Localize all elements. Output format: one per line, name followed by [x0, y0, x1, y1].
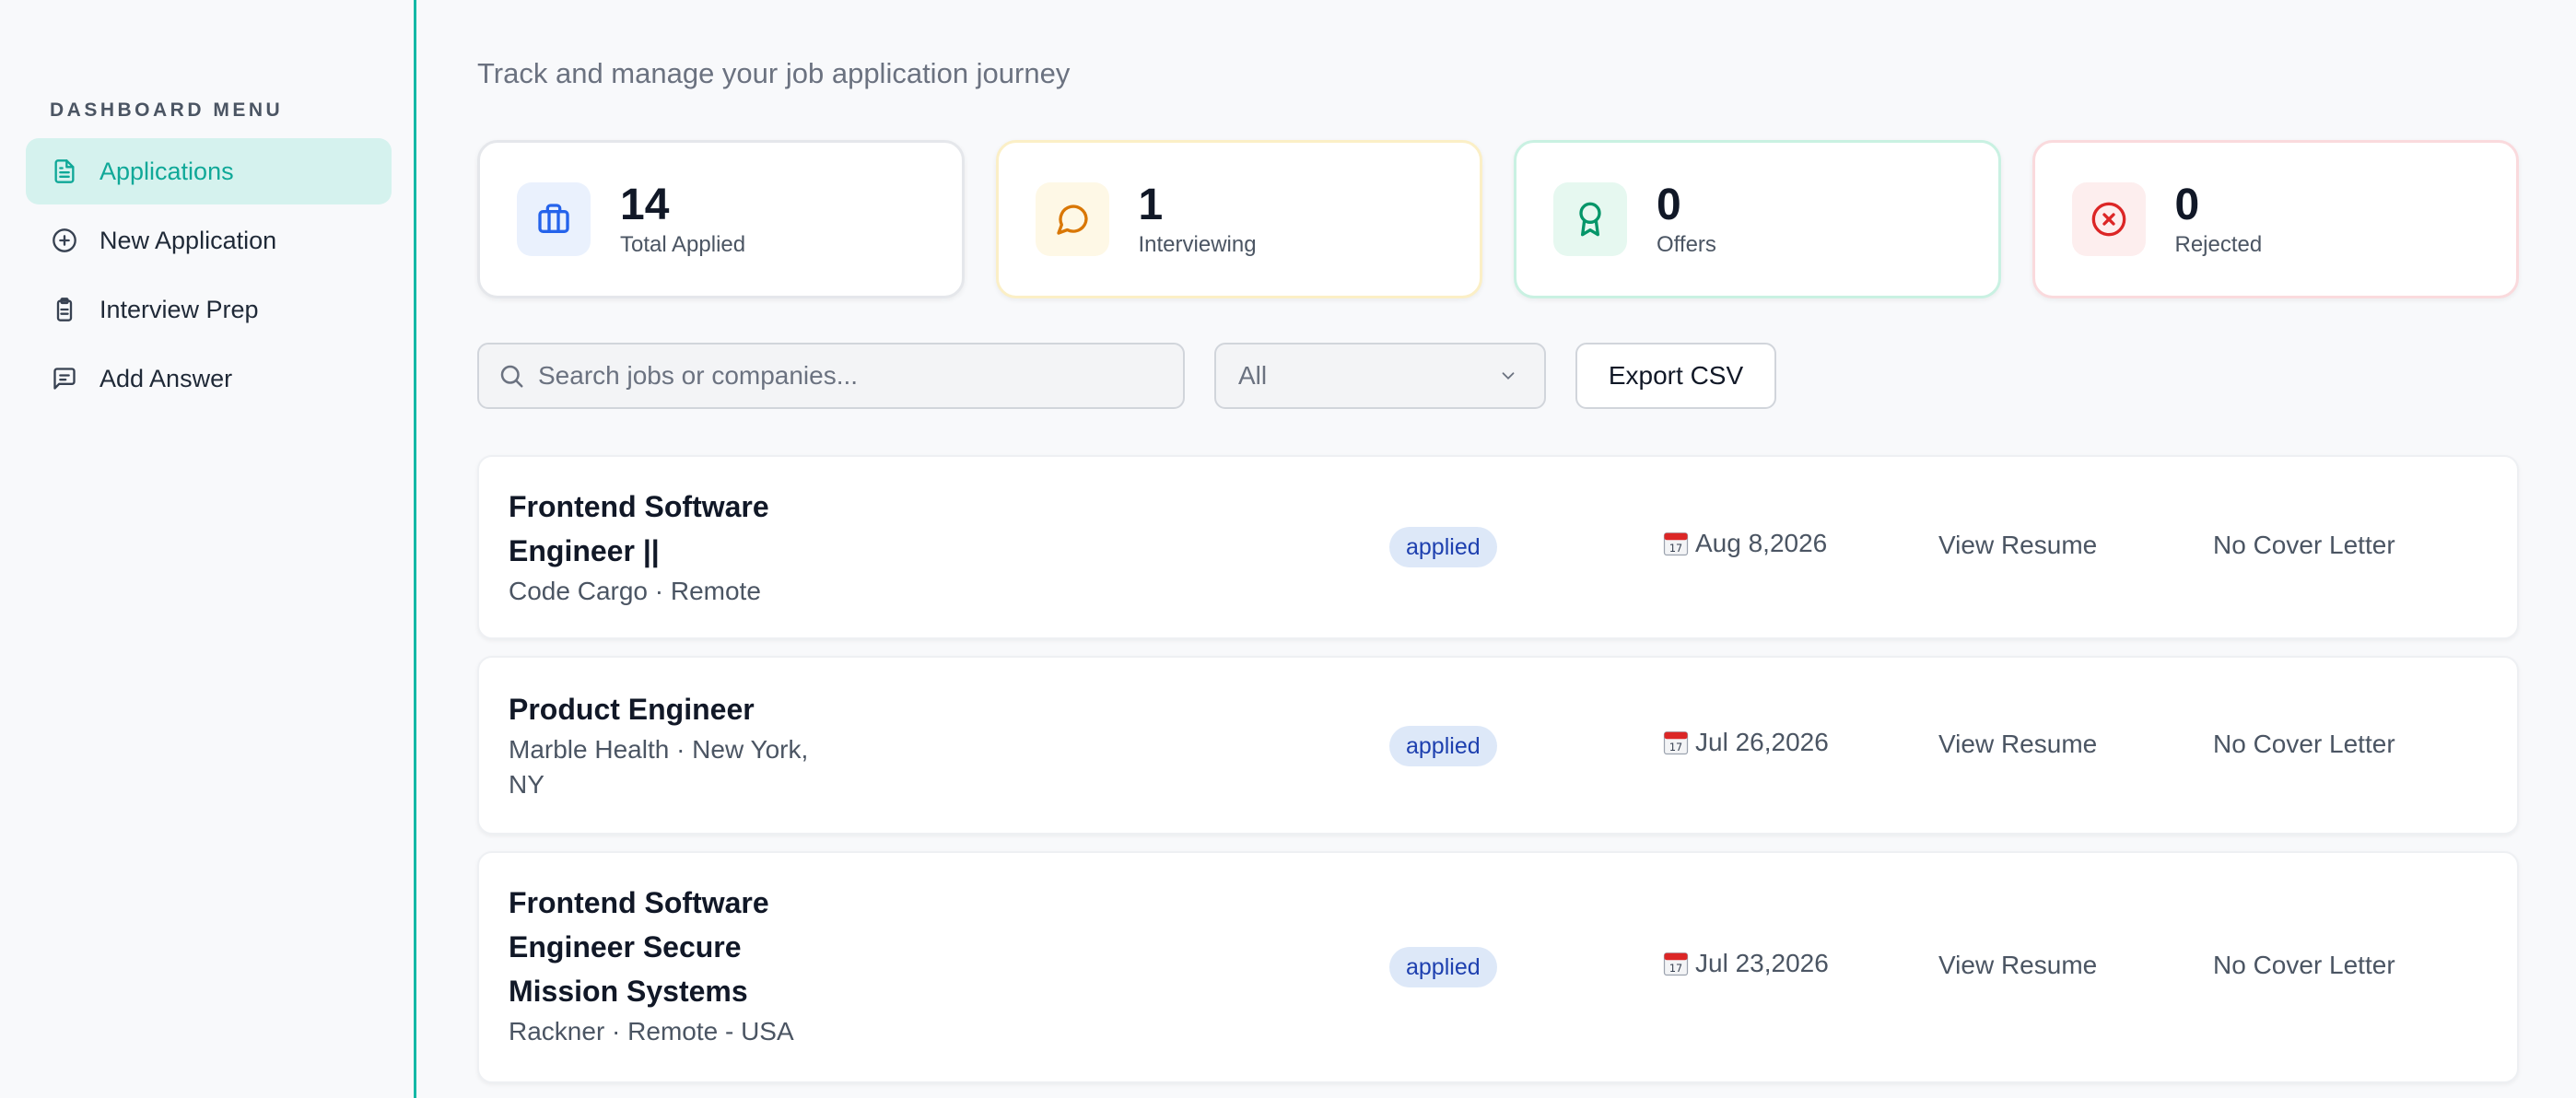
job-title-line: Mission Systems [509, 975, 748, 1008]
sidebar-item-label: Applications [100, 157, 234, 185]
view-resume-link[interactable]: View Resume [1938, 951, 2097, 980]
job-company-location: Marble Health · New York, NY [509, 731, 896, 803]
stat-card-rejected: 0 Rejected [2032, 140, 2519, 298]
sidebar-item-add-answer[interactable]: Add Answer [26, 345, 392, 412]
search-icon [500, 365, 523, 388]
stat-card-offers: 0 Offers [1514, 140, 2001, 298]
job-info: Frontend Software Engineer Secure Missio… [509, 881, 896, 1050]
menu-heading: DASHBOARD MENU [50, 99, 284, 121]
job-date: 17 Jul 26,2026 [1662, 728, 1829, 757]
job-date-text: Jul 26,2026 [1695, 728, 1829, 756]
job-info: Product Engineer Marble Health · New Yor… [509, 687, 896, 803]
job-date: 17 Aug 8,2026 [1662, 529, 1827, 558]
stat-value: 0 [2174, 181, 2200, 229]
job-info: Frontend Software Engineer || Code Cargo… [509, 485, 896, 610]
briefcase-icon [517, 182, 591, 256]
stat-card-total-applied: 14 Total Applied [477, 140, 965, 298]
x-circle-icon [2071, 182, 2146, 256]
status-badge: applied [1389, 947, 1497, 987]
status-badge: applied [1389, 527, 1497, 567]
file-icon [48, 155, 81, 188]
view-resume-link[interactable]: View Resume [1938, 531, 2097, 560]
sidebar-item-new-application[interactable]: New Application [26, 207, 392, 274]
sidebar-item-label: Add Answer [100, 364, 233, 392]
job-list: Frontend Software Engineer || Code Cargo… [477, 455, 2519, 1083]
calendar-icon: 17 [1663, 952, 1689, 976]
clipboard-icon [48, 293, 81, 326]
job-date-text: Aug 8,2026 [1695, 529, 1828, 557]
sidebar-item-label: New Application [100, 226, 277, 254]
status-filter-select[interactable]: All [1214, 343, 1546, 409]
job-title: Frontend Software Engineer Secure Missio… [509, 881, 896, 1013]
stat-card-interviewing: 1 Interviewing [995, 140, 1482, 298]
job-sub-line: Marble Health · New York, [509, 735, 809, 764]
toolbar: All Export CSV [477, 343, 2519, 409]
sidebar-item-applications[interactable]: Applications [26, 138, 392, 204]
export-csv-button[interactable]: Export CSV [1575, 343, 1776, 409]
job-date-text: Jul 23,2026 [1695, 949, 1829, 977]
cover-letter-status: No Cover Letter [2213, 531, 2395, 559]
search-box [477, 343, 1185, 409]
svg-text:17: 17 [1669, 963, 1682, 975]
job-title: Product Engineer [509, 687, 896, 731]
view-resume-link[interactable]: View Resume [1938, 730, 2097, 759]
message-icon [48, 362, 81, 395]
job-date: 17 Jul 23,2026 [1662, 949, 1829, 978]
job-row[interactable]: Frontend Software Engineer Secure Missio… [477, 851, 2519, 1083]
sidebar-item-label: Interview Prep [100, 295, 259, 323]
page-subtitle: Track and manage your job application jo… [477, 57, 1071, 89]
cover-letter-status: No Cover Letter [2213, 730, 2395, 758]
job-title-line: Frontend Software [509, 490, 769, 523]
svg-text:17: 17 [1669, 543, 1682, 555]
status-badge: applied [1389, 726, 1497, 766]
chevron-down-icon [1502, 372, 1515, 380]
stat-value: 0 [1657, 181, 1681, 229]
job-title-line: Engineer Secure [509, 930, 742, 964]
award-icon [1553, 182, 1627, 256]
stat-value: 1 [1138, 181, 1164, 229]
stat-label: Offers [1657, 232, 1716, 257]
stat-label: Interviewing [1138, 232, 1257, 257]
cover-letter-status: No Cover Letter [2213, 951, 2395, 979]
job-title: Frontend Software Engineer || [509, 485, 896, 573]
sidebar-item-interview-prep[interactable]: Interview Prep [26, 276, 392, 343]
job-sub-line: NY [509, 770, 544, 799]
calendar-icon: 17 [1663, 731, 1689, 755]
stats-row: 14 Total Applied 1 Interviewing 0 Offers [477, 140, 2519, 298]
sidebar: DASHBOARD MENU Applications New Applicat… [0, 0, 416, 1098]
job-row[interactable]: Product Engineer Marble Health · New Yor… [477, 656, 2519, 835]
job-company-location: Rackner · Remote - USA [509, 1017, 794, 1045]
stat-label: Total Applied [620, 232, 746, 257]
job-company-location: Code Cargo · Remote [509, 577, 761, 605]
calendar-icon: 17 [1663, 532, 1689, 556]
search-input[interactable] [538, 361, 1165, 391]
filter-value: All [1238, 361, 1268, 390]
job-title-line: Engineer || [509, 534, 660, 567]
job-row[interactable]: Frontend Software Engineer || Code Cargo… [477, 455, 2519, 639]
stat-label: Rejected [2174, 232, 2263, 257]
job-title-line: Product Engineer [509, 693, 755, 726]
plus-circle-icon [48, 224, 81, 257]
chat-icon [1035, 182, 1109, 256]
main-content: Track and manage your job application jo… [477, 0, 2519, 1098]
svg-text:17: 17 [1669, 742, 1682, 753]
job-title-line: Frontend Software [509, 886, 769, 919]
stat-value: 14 [620, 181, 670, 229]
